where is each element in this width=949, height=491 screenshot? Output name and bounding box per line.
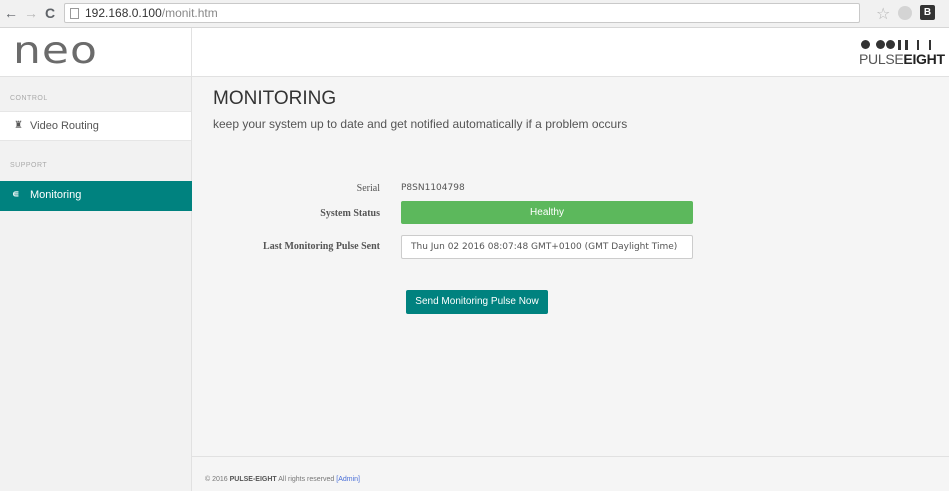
bookmark-star-icon[interactable]: ☆ <box>876 4 890 24</box>
admin-link[interactable]: [Admin] <box>336 476 360 483</box>
footer: © 2016 PULSE-EIGHT All rights reserved [… <box>192 456 949 491</box>
sidebar-item-label: Video Routing <box>30 120 99 132</box>
system-status-badge: Healthy <box>401 201 693 224</box>
sidebar: CONTROL ♜ Video Routing SUPPORT ∊ Monito… <box>0 77 192 491</box>
reload-icon[interactable]: C <box>45 5 55 21</box>
back-arrow-icon[interactable]: ← <box>4 5 18 21</box>
main-content: MONITORING keep your system up to date a… <box>192 77 949 491</box>
sidebar-section-support: SUPPORT <box>10 162 48 169</box>
sidebar-item-label: Monitoring <box>30 189 82 201</box>
page-subtitle: keep your system up to date and get noti… <box>213 117 628 131</box>
system-status-label: System Status <box>320 208 380 219</box>
logo-area: neo <box>0 28 192 77</box>
last-pulse-label: Last Monitoring Pulse Sent <box>263 241 380 252</box>
browser-toolbar: ← → C 192.168.0.100/monit.htm ☆ B <box>0 0 949 28</box>
extension-b-icon[interactable]: B <box>920 5 935 20</box>
page-title: MONITORING <box>213 88 337 109</box>
home-icon: ♜ <box>14 120 23 131</box>
brand-name: PULSEEIGHT <box>859 51 945 67</box>
sidebar-section-control: CONTROL <box>10 95 48 102</box>
serial-value: P8SN1104798 <box>401 183 465 193</box>
brand-mark-icon <box>859 38 941 52</box>
send-monitoring-pulse-button[interactable]: Send Monitoring Pulse Now <box>406 290 548 314</box>
footer-text: © 2016 PULSE-EIGHT All rights reserved [… <box>205 476 360 483</box>
url-path: /monit.htm <box>161 6 218 20</box>
page-icon <box>70 8 79 19</box>
address-bar[interactable]: 192.168.0.100/monit.htm <box>64 3 860 23</box>
url-text[interactable]: 192.168.0.100/monit.htm <box>85 6 218 21</box>
url-host: 192.168.0.100 <box>85 6 162 20</box>
pulse-eight-logo: PULSEEIGHT <box>859 38 945 68</box>
serial-label: Serial <box>356 183 380 194</box>
sidebar-item-video-routing[interactable]: ♜ Video Routing <box>0 111 191 141</box>
rss-icon: ∊ <box>12 189 20 200</box>
neo-logo[interactable]: neo <box>13 31 98 70</box>
extension-icon[interactable] <box>898 6 912 20</box>
forward-arrow-icon[interactable]: → <box>24 5 38 21</box>
app-header: neo PULSEEIGHT <box>0 28 949 77</box>
sidebar-item-monitoring[interactable]: ∊ Monitoring <box>0 181 192 211</box>
last-pulse-field[interactable]: Thu Jun 02 2016 08:07:48 GMT+0100 (GMT D… <box>401 235 693 259</box>
